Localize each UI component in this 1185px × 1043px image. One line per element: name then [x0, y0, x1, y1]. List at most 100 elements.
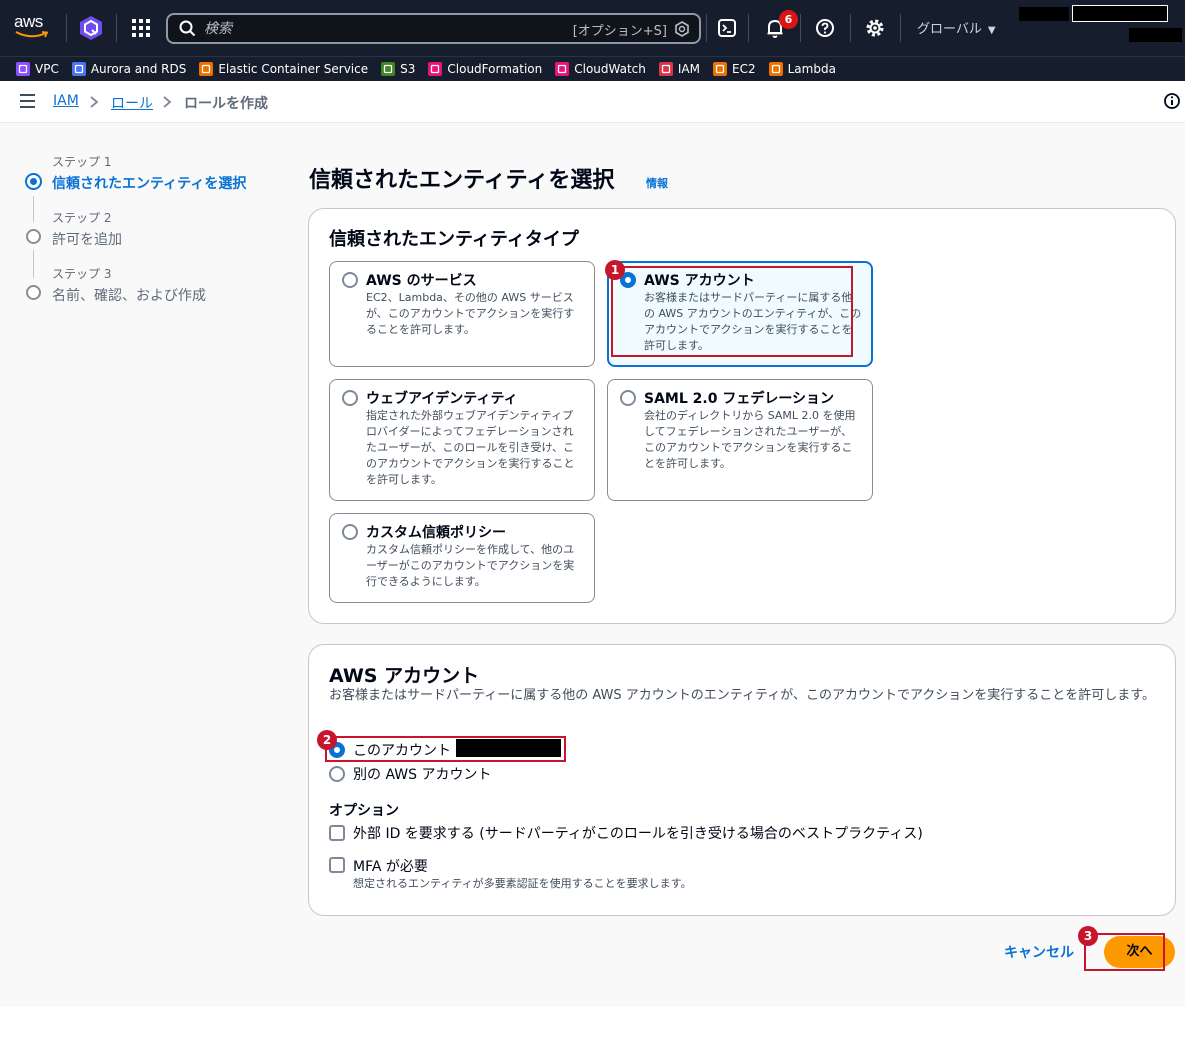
- tile-custom-trust-policy[interactable]: カスタム信頼ポリシー カスタム信頼ポリシーを作成して、他のユーザーがこのアカウン…: [329, 513, 595, 603]
- aws-smile-icon: [15, 31, 49, 38]
- favorite-lambda[interactable]: Lambda: [768, 62, 836, 76]
- amazon-q-small-icon: [675, 21, 689, 37]
- step-2-label: ステップ 2: [52, 211, 112, 225]
- divider: [116, 14, 117, 42]
- favorite-iam[interactable]: IAM: [658, 62, 700, 76]
- iam-icon: [658, 62, 673, 76]
- s3-icon: [381, 62, 396, 76]
- favorite-cloudwatch[interactable]: CloudWatch: [555, 62, 646, 76]
- step-1-label: ステップ 1: [52, 155, 112, 169]
- favorite-label: Elastic Container Service: [218, 62, 369, 76]
- divider: [850, 14, 851, 42]
- tile-title: ウェブアイデンティティ: [366, 391, 518, 407]
- breadcrumb-iam[interactable]: IAM: [53, 93, 79, 109]
- cancel-button[interactable]: キャンセル: [1004, 942, 1074, 962]
- tile-description: 指定された外部ウェブアイデンティティプロバイダーによってフェデレーションされたユ…: [366, 409, 575, 486]
- favorite-ec2[interactable]: EC2: [713, 62, 756, 76]
- ec2-icon: [713, 62, 727, 76]
- option-label: 別の AWS アカウント: [353, 767, 492, 783]
- redacted-account-name[interactable]: [1019, 7, 1069, 21]
- lambda-icon: [768, 62, 783, 76]
- tile-saml-federation[interactable]: SAML 2.0 フェデレーション 会社のディレクトリから SAML 2.0 を…: [607, 379, 873, 501]
- checkbox-mfa[interactable]: [329, 857, 345, 873]
- favorite-label: Aurora and RDS: [90, 62, 187, 76]
- radio-other-account[interactable]: [329, 766, 345, 782]
- aws-account-heading: AWS アカウント: [329, 665, 480, 687]
- redacted-user: [1129, 28, 1182, 42]
- caret-down-icon: ▼: [987, 25, 996, 36]
- step-3-label: ステップ 3: [52, 267, 112, 281]
- services-grid-icon[interactable]: [132, 19, 150, 37]
- breadcrumb-roles[interactable]: ロール: [111, 93, 153, 113]
- favorite-label: CloudWatch: [574, 62, 646, 76]
- tile-title: AWS のサービス: [366, 273, 477, 289]
- favorite-ecs[interactable]: Elastic Container Service: [199, 62, 368, 76]
- notification-count-badge: 6: [779, 10, 798, 29]
- step-connector: [33, 196, 34, 222]
- top-navigation: aws [オプション+S]: [0, 0, 1185, 56]
- annotation-marker-2: 2: [317, 730, 337, 750]
- tile-description: 会社のディレクトリから SAML 2.0 を使用してフェデレーションされたユーザ…: [644, 409, 856, 470]
- step-3-name: 名前、確認、および作成: [52, 288, 206, 304]
- divider: [748, 14, 749, 42]
- vpc-icon: [16, 62, 30, 76]
- radio-custom-trust-policy[interactable]: [342, 524, 358, 540]
- radio-web-identity[interactable]: [342, 390, 358, 406]
- tile-aws-service[interactable]: AWS のサービス EC2、Lambda、その他の AWS サービスが、このアカ…: [329, 261, 595, 367]
- step-3-indicator-icon: [26, 285, 41, 300]
- menu-hamburger-icon[interactable]: [20, 94, 36, 108]
- options-heading: オプション: [329, 803, 399, 819]
- step-1-name[interactable]: 信頼されたエンティティを選択: [52, 173, 246, 193]
- favorite-label: S3: [400, 62, 416, 76]
- favorites-bar: VPC Aurora and RDS Elastic Container Servi…: [0, 56, 1185, 81]
- external-id-label: 外部 ID を要求する (サードパーティがこのロールを引き受ける場合のベストプラ…: [353, 826, 923, 842]
- favorite-label: Lambda: [787, 62, 836, 76]
- annotation-marker-3: 3: [1078, 926, 1098, 946]
- tile-description: カスタム信頼ポリシーを作成して、他のユーザーがこのアカウントでアクションを実行で…: [366, 543, 575, 588]
- page-title: 信頼されたエンティティを選択: [309, 168, 615, 193]
- favorite-s3[interactable]: S3: [381, 62, 415, 76]
- redacted-account-id: [1072, 5, 1168, 22]
- breadcrumb-current: ロールを作成: [184, 96, 268, 112]
- favorite-vpc[interactable]: VPC: [16, 62, 59, 76]
- breadcrumb: IAM ロール ロールを作成: [0, 81, 1185, 123]
- tile-description: EC2、Lambda、その他の AWS サービスが、このアカウントでアクションを…: [366, 291, 575, 336]
- mfa-description: 想定されるエンティティが多要素認証を使用することを要求します。: [353, 877, 692, 890]
- info-panel-icon[interactable]: [1163, 92, 1181, 110]
- divider: [66, 14, 67, 42]
- settings-gear-icon[interactable]: [864, 17, 886, 39]
- tile-web-identity[interactable]: ウェブアイデンティティ 指定された外部ウェブアイデンティティプロバイダーによって…: [329, 379, 595, 501]
- radio-saml-federation[interactable]: [620, 390, 636, 406]
- divider: [800, 14, 801, 42]
- aws-logo[interactable]: aws: [14, 13, 50, 40]
- help-icon[interactable]: [814, 17, 836, 39]
- favorite-rds[interactable]: Aurora and RDS: [71, 62, 187, 76]
- favorite-label: EC2: [732, 62, 756, 76]
- cloudshell-icon[interactable]: [716, 17, 738, 39]
- search-box[interactable]: [オプション+S]: [166, 13, 701, 44]
- divider: [706, 14, 707, 42]
- chevron-right-icon: [163, 96, 172, 108]
- favorite-label: VPC: [35, 62, 59, 76]
- step-2-indicator-icon: [26, 229, 41, 244]
- favorite-cloudformation[interactable]: CloudFormation: [428, 62, 542, 76]
- radio-aws-service[interactable]: [342, 272, 358, 288]
- rds-icon: [71, 62, 86, 76]
- step-2-name: 許可を追加: [52, 232, 122, 248]
- annotation-box-2: [325, 736, 566, 762]
- amazon-q-icon[interactable]: [79, 15, 103, 41]
- annotation-box-1: [611, 266, 853, 357]
- option-other-account[interactable]: 別の AWS アカウント: [329, 764, 491, 784]
- ecs-icon: [199, 62, 214, 76]
- favorite-label: IAM: [677, 62, 700, 76]
- search-icon: [179, 20, 196, 37]
- info-link[interactable]: 情報: [646, 175, 668, 191]
- search-input[interactable]: [204, 18, 524, 39]
- cloudformation-icon: [428, 62, 443, 76]
- favorite-label: CloudFormation: [447, 62, 543, 76]
- chevron-right-icon: [90, 96, 99, 108]
- region-selector[interactable]: グローバル ▼: [917, 18, 996, 37]
- tile-title: SAML 2.0 フェデレーション: [644, 391, 835, 407]
- checkbox-external-id[interactable]: [329, 825, 345, 841]
- tile-title: カスタム信頼ポリシー: [366, 525, 506, 541]
